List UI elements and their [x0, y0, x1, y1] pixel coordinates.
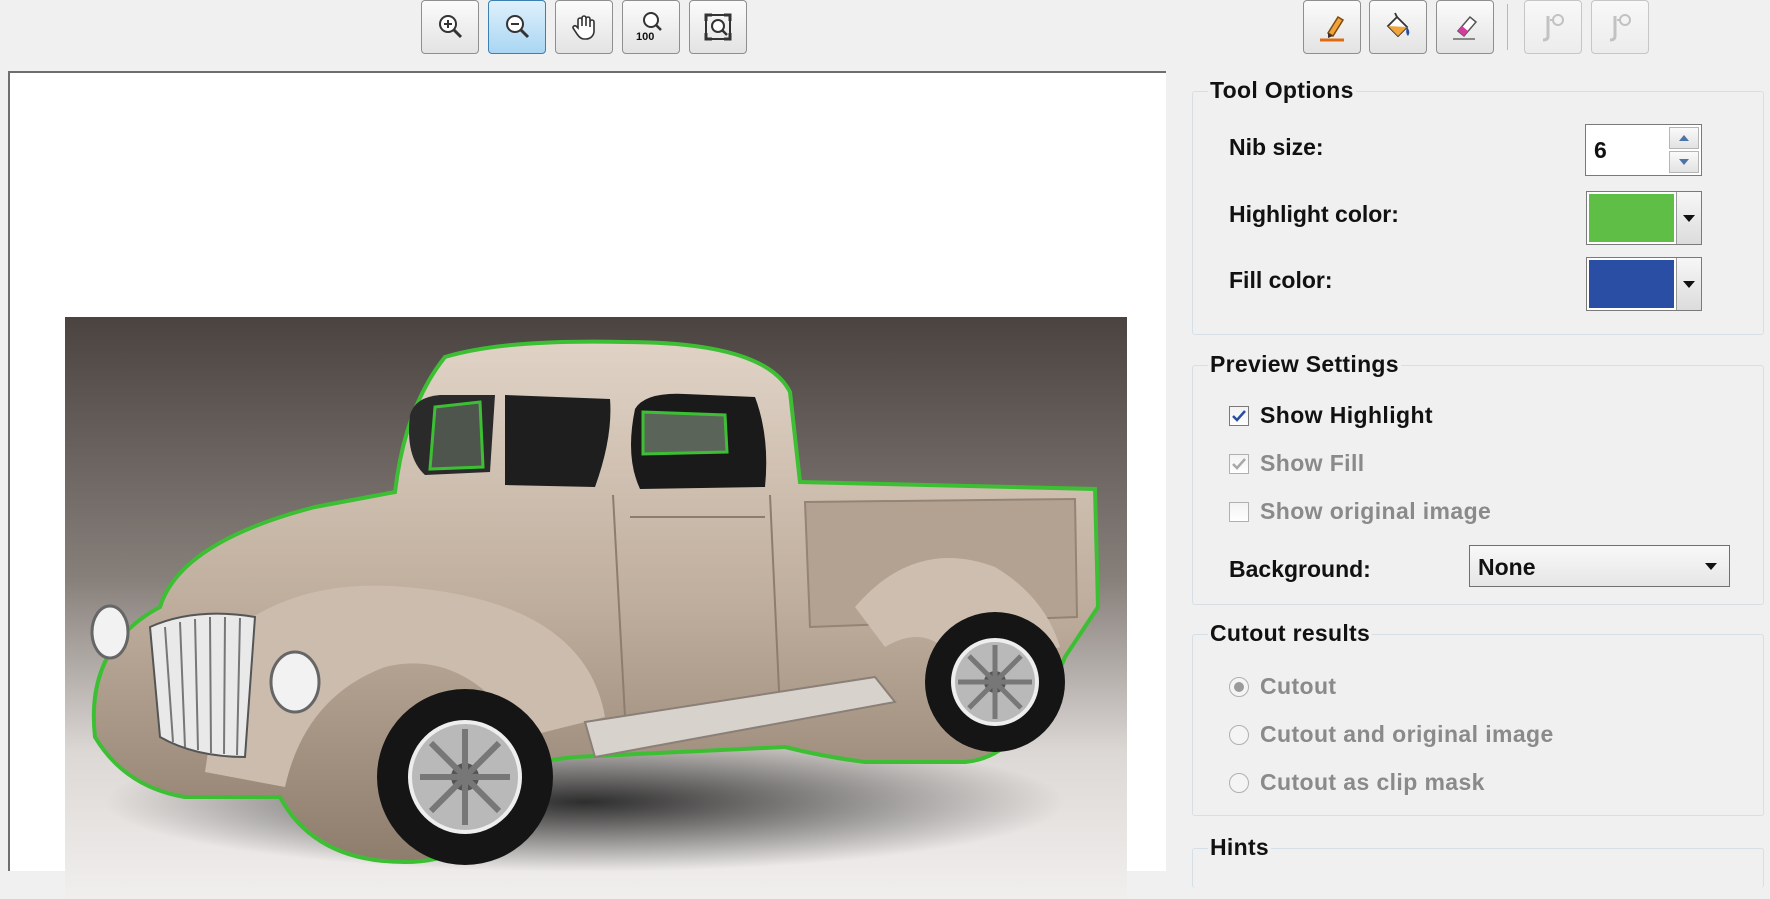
highlight-color-swatch	[1589, 194, 1674, 242]
zoom-out-button[interactable]	[488, 0, 546, 54]
show-highlight-label: Show Highlight	[1260, 402, 1433, 428]
zoom-in-icon	[439, 15, 463, 39]
fill-color-picker[interactable]	[1586, 257, 1702, 311]
zoom-in-button[interactable]	[421, 0, 479, 54]
chevron-up-icon	[1679, 135, 1689, 141]
dropdown-arrow-icon	[1683, 214, 1695, 222]
show-fill-label: Show Fill	[1260, 450, 1365, 476]
nib-size-up-button[interactable]	[1669, 127, 1699, 149]
background-label: Background:	[1229, 556, 1371, 582]
fill-button[interactable]	[1369, 0, 1427, 54]
cutout-clip-mask-radio[interactable]	[1229, 773, 1249, 793]
chevron-down-icon	[1679, 159, 1689, 165]
show-fill-checkbox[interactable]	[1229, 454, 1249, 474]
eraser-button[interactable]	[1436, 0, 1494, 54]
zoom-100-label: 100	[636, 31, 655, 43]
highlighter-button[interactable]	[1303, 0, 1361, 54]
highlight-color-picker[interactable]	[1586, 191, 1702, 245]
redo-icon	[1609, 14, 1631, 42]
fill-color-swatch	[1589, 260, 1674, 308]
cutout-label: Cutout	[1260, 673, 1337, 699]
show-highlight-checkbox[interactable]	[1229, 406, 1249, 426]
tool-options-title: Tool Options	[1208, 77, 1356, 104]
cutout-and-original-label: Cutout and original image	[1260, 721, 1554, 747]
tool-options-group: Tool Options Nib size: 6 Highlight color…	[1192, 77, 1764, 335]
fit-window-button[interactable]	[689, 0, 747, 54]
toolbar-separator	[1507, 4, 1508, 50]
truck-photo	[65, 317, 1127, 899]
nib-size-spinner[interactable]: 6	[1585, 124, 1702, 176]
cutout-results-title: Cutout results	[1208, 620, 1373, 647]
redo-button[interactable]	[1591, 0, 1649, 54]
dropdown-arrow-icon	[1705, 563, 1717, 570]
nib-size-label: Nib size:	[1229, 134, 1324, 160]
fill-color-label: Fill color:	[1229, 267, 1333, 293]
checkmark-icon	[1232, 410, 1246, 422]
fit-window-icon	[704, 13, 732, 41]
hand-icon	[572, 15, 595, 40]
hints-title: Hints	[1208, 834, 1271, 861]
radio-dot	[1234, 682, 1244, 692]
cutout-and-original-radio[interactable]	[1229, 725, 1249, 745]
highlighter-icon	[1320, 15, 1345, 42]
highlight-color-dropdown[interactable]	[1676, 192, 1701, 244]
preview-settings-group: Preview Settings Show Highlight Show Fil…	[1192, 351, 1764, 605]
background-select[interactable]: None	[1469, 545, 1730, 587]
fill-color-dropdown[interactable]	[1676, 258, 1701, 310]
image-canvas[interactable]	[8, 71, 1166, 899]
pan-button[interactable]	[555, 0, 613, 54]
nib-size-input[interactable]: 6	[1594, 137, 1607, 164]
hints-group: Hints	[1192, 834, 1764, 888]
show-original-image-checkbox[interactable]	[1229, 502, 1249, 522]
cutout-clip-mask-label: Cutout as clip mask	[1260, 769, 1485, 795]
highlight-color-label: Highlight color:	[1229, 201, 1399, 227]
show-original-image-label: Show original image	[1260, 498, 1492, 524]
nib-size-down-button[interactable]	[1669, 151, 1699, 173]
cutout-results-group: Cutout results Cutout Cutout and origina…	[1192, 620, 1764, 816]
preview-settings-title: Preview Settings	[1208, 351, 1401, 378]
paint-bucket-icon	[1386, 12, 1410, 38]
zoom-100-button[interactable]: 100	[622, 0, 680, 54]
eraser-icon	[1453, 15, 1478, 40]
checkmark-icon	[1232, 458, 1246, 470]
undo-icon	[1542, 14, 1564, 42]
zoom-out-icon	[506, 15, 530, 39]
cutout-radio[interactable]	[1229, 677, 1249, 697]
background-select-value: None	[1478, 554, 1536, 580]
dropdown-arrow-icon	[1683, 280, 1695, 288]
undo-button[interactable]	[1524, 0, 1582, 54]
